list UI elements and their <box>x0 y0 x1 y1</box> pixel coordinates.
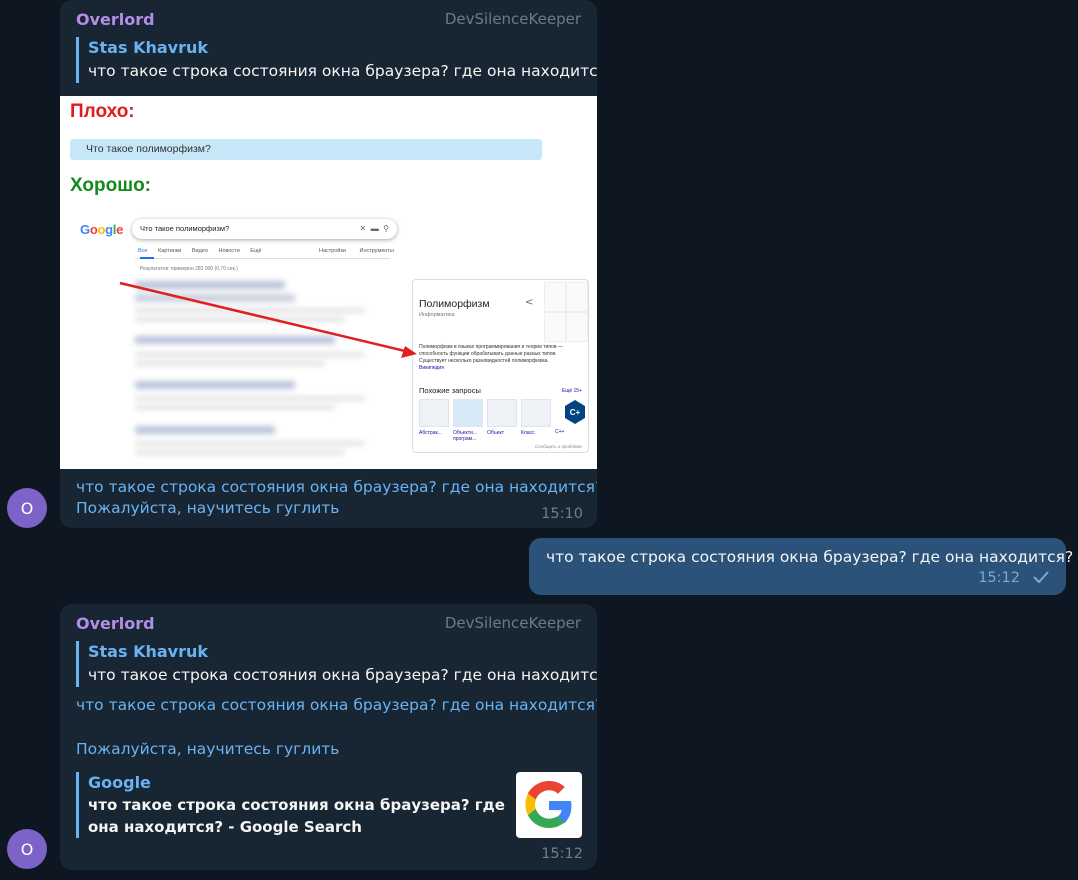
message-time: 15:12 <box>541 846 583 862</box>
message-bubble[interactable]: Overlord DevSilenceKeeper Stas Khavruk ч… <box>60 604 597 870</box>
reply-quote[interactable]: Stas Khavruk что такое строка состояния … <box>76 641 597 687</box>
google-g-logo-icon <box>516 772 582 838</box>
message-bubble[interactable]: Overlord DevSilenceKeeper Stas Khavruk ч… <box>60 0 597 528</box>
search-link[interactable]: что такое строка состояния окна браузера… <box>76 693 597 717</box>
red-arrow-icon <box>119 281 417 358</box>
avatar-initial: O <box>20 498 34 518</box>
message-text: что такое строка состояния окна браузера… <box>546 548 1074 566</box>
sender-name[interactable]: Overlord <box>76 10 155 29</box>
avatar[interactable]: O <box>7 829 47 869</box>
sender-name[interactable]: Overlord <box>76 614 155 633</box>
advice-link[interactable]: Пожалуйста, научитесь гуглить <box>76 496 339 520</box>
link-preview[interactable]: Google что такое строка состояния окна б… <box>76 772 582 838</box>
reply-author: Stas Khavruk <box>88 642 208 661</box>
attached-image[interactable]: Плохо: Что такое полиморфизм? Хорошо: Go… <box>60 96 597 469</box>
sender-role: DevSilenceKeeper <box>444 10 581 28</box>
outgoing-message-bubble[interactable]: что такое строка состояния окна браузера… <box>529 538 1073 595</box>
message-time: 15:12 <box>978 570 1020 586</box>
preview-title: что такое строка состояния окна браузера… <box>88 796 505 836</box>
avatar[interactable]: O <box>7 488 47 528</box>
reply-text: что такое строка состояния окна браузера… <box>88 666 597 684</box>
reply-author: Stas Khavruk <box>88 38 208 57</box>
reply-quote[interactable]: Stas Khavruk что такое строка состояния … <box>76 37 597 83</box>
check-icon <box>1033 571 1049 583</box>
reply-text: что такое строка состояния окна браузера… <box>88 62 597 80</box>
avatar-initial: O <box>20 839 34 859</box>
preview-site-name: Google <box>88 773 151 792</box>
advice-link[interactable]: Пожалуйста, научитесь гуглить <box>76 737 339 761</box>
message-time: 15:10 <box>541 506 583 522</box>
sender-role: DevSilenceKeeper <box>444 614 581 632</box>
